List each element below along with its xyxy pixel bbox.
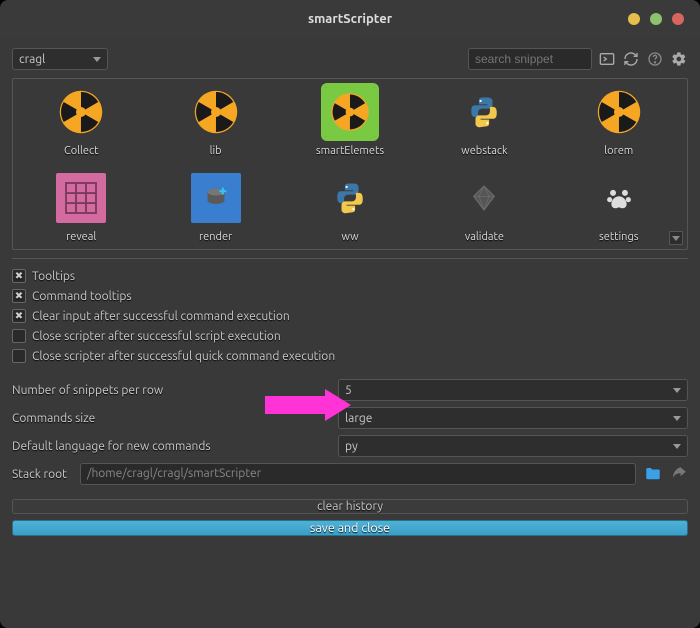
- nuke-icon: [594, 87, 644, 137]
- maximize-button[interactable]: [650, 13, 662, 25]
- form-label: Stack root: [12, 468, 72, 481]
- help-icon[interactable]: [646, 50, 664, 68]
- nuke-icon: [56, 87, 106, 137]
- clear-input-checkbox[interactable]: [12, 309, 26, 323]
- dropdown-value: large: [345, 412, 372, 425]
- form-label: Default language for new commands: [12, 440, 330, 453]
- paw-icon: [594, 173, 644, 223]
- snippet-collect[interactable]: Collect: [19, 87, 143, 157]
- clear-history-button[interactable]: clear history: [12, 499, 688, 514]
- form-label: Number of snippets per row: [12, 384, 330, 397]
- search-input[interactable]: [468, 48, 592, 70]
- snippet-label: validate: [465, 231, 504, 243]
- snippet-reveal[interactable]: reveal: [19, 173, 143, 243]
- chevron-down-icon: [673, 416, 681, 421]
- python-icon: [459, 87, 509, 137]
- chevron-down-icon: [93, 57, 101, 62]
- button-label: clear history: [317, 500, 383, 513]
- checkbox-label: Close scripter after successful script e…: [32, 330, 281, 343]
- snippet-webstack[interactable]: webstack: [422, 87, 546, 157]
- minimize-button[interactable]: [628, 13, 640, 25]
- window: smartScripter cragl: [0, 0, 700, 628]
- snippet-lib[interactable]: lib: [153, 87, 277, 157]
- grid-icon: [56, 173, 106, 223]
- checkbox-label: Command tooltips: [32, 290, 132, 303]
- snippet-lorem[interactable]: lorem: [557, 87, 681, 157]
- snippet-smartelements[interactable]: smartElemets: [288, 87, 412, 157]
- snippet-label: lib: [210, 145, 222, 157]
- open-external-button[interactable]: [670, 465, 688, 483]
- snippet-render[interactable]: render: [153, 173, 277, 243]
- snippet-settings[interactable]: settings: [557, 173, 681, 243]
- settings-icon[interactable]: [670, 50, 688, 68]
- chevron-down-icon: [673, 388, 681, 393]
- checkbox-row: Clear input after successful command exe…: [12, 309, 688, 323]
- dropdown-value: py: [345, 440, 358, 453]
- snippet-label: Collect: [64, 145, 98, 157]
- run-icon[interactable]: [598, 50, 616, 68]
- window-controls: [628, 13, 684, 25]
- checkbox-label: Close scripter after successful quick co…: [32, 350, 335, 363]
- toolbar: cragl: [12, 48, 688, 70]
- stack-root-row: Stack root /home/cragl/cragl/smartScript…: [12, 463, 688, 485]
- titlebar: smartScripter: [0, 0, 700, 38]
- snippet-validate[interactable]: validate: [422, 173, 546, 243]
- category-value: cragl: [19, 53, 45, 66]
- checkbox-row: Close scripter after successful script e…: [12, 329, 688, 343]
- command-tooltips-checkbox[interactable]: [12, 289, 26, 303]
- snippet-label: smartElemets: [316, 145, 384, 157]
- snippet-label: render: [199, 231, 232, 243]
- checkbox-row: Close scripter after successful quick co…: [12, 349, 688, 363]
- snippet-label: ww: [341, 231, 358, 243]
- dropdown-value: 5: [345, 384, 352, 397]
- window-body: cragl: [0, 38, 700, 628]
- commands-size-dropdown[interactable]: large: [338, 407, 688, 429]
- checkbox-row: Tooltips: [12, 269, 688, 283]
- default-language-row: Default language for new commands py: [12, 435, 688, 457]
- chevron-down-icon: [673, 444, 681, 449]
- snippet-label: webstack: [461, 145, 507, 157]
- database-add-icon: [191, 173, 241, 223]
- close-button[interactable]: [672, 13, 684, 25]
- scroll-down-button[interactable]: [669, 231, 683, 245]
- checkbox-label: Clear input after successful command exe…: [32, 310, 290, 323]
- form-label: Commands size: [12, 412, 330, 425]
- snippets-per-row-row: Number of snippets per row 5: [12, 379, 688, 401]
- button-label: save and close: [310, 521, 390, 535]
- tooltips-checkbox[interactable]: [12, 269, 26, 283]
- snippet-label: reveal: [66, 231, 96, 243]
- stack-root-input[interactable]: /home/cragl/cragl/smartScripter: [80, 463, 636, 485]
- snippets-grid: Collect lib smartElemets: [19, 87, 681, 243]
- commands-size-row: Commands size large: [12, 407, 688, 429]
- browse-folder-button[interactable]: [644, 465, 662, 483]
- default-language-dropdown[interactable]: py: [338, 435, 688, 457]
- snippet-label: lorem: [604, 145, 633, 157]
- checkbox-row: Command tooltips: [12, 289, 688, 303]
- nuke-icon: [191, 87, 241, 137]
- nuke-icon: [325, 87, 375, 137]
- refresh-icon[interactable]: [622, 50, 640, 68]
- checkbox-label: Tooltips: [32, 270, 75, 283]
- snippets-per-row-dropdown[interactable]: 5: [338, 379, 688, 401]
- window-title: smartScripter: [308, 12, 392, 26]
- snippet-ww[interactable]: ww: [288, 173, 412, 243]
- close-on-quick-checkbox[interactable]: [12, 349, 26, 363]
- close-on-script-checkbox[interactable]: [12, 329, 26, 343]
- settings-panel: Tooltips Command tooltips Clear input af…: [12, 258, 688, 536]
- save-and-close-button[interactable]: save and close: [12, 520, 688, 536]
- python-icon: [325, 173, 375, 223]
- snippets-panel: Collect lib smartElemets: [12, 78, 688, 250]
- snippet-label: settings: [599, 231, 639, 243]
- category-dropdown[interactable]: cragl: [12, 48, 108, 70]
- stack-root-value: /home/cragl/cragl/smartScripter: [87, 467, 261, 480]
- diamond-icon: [459, 173, 509, 223]
